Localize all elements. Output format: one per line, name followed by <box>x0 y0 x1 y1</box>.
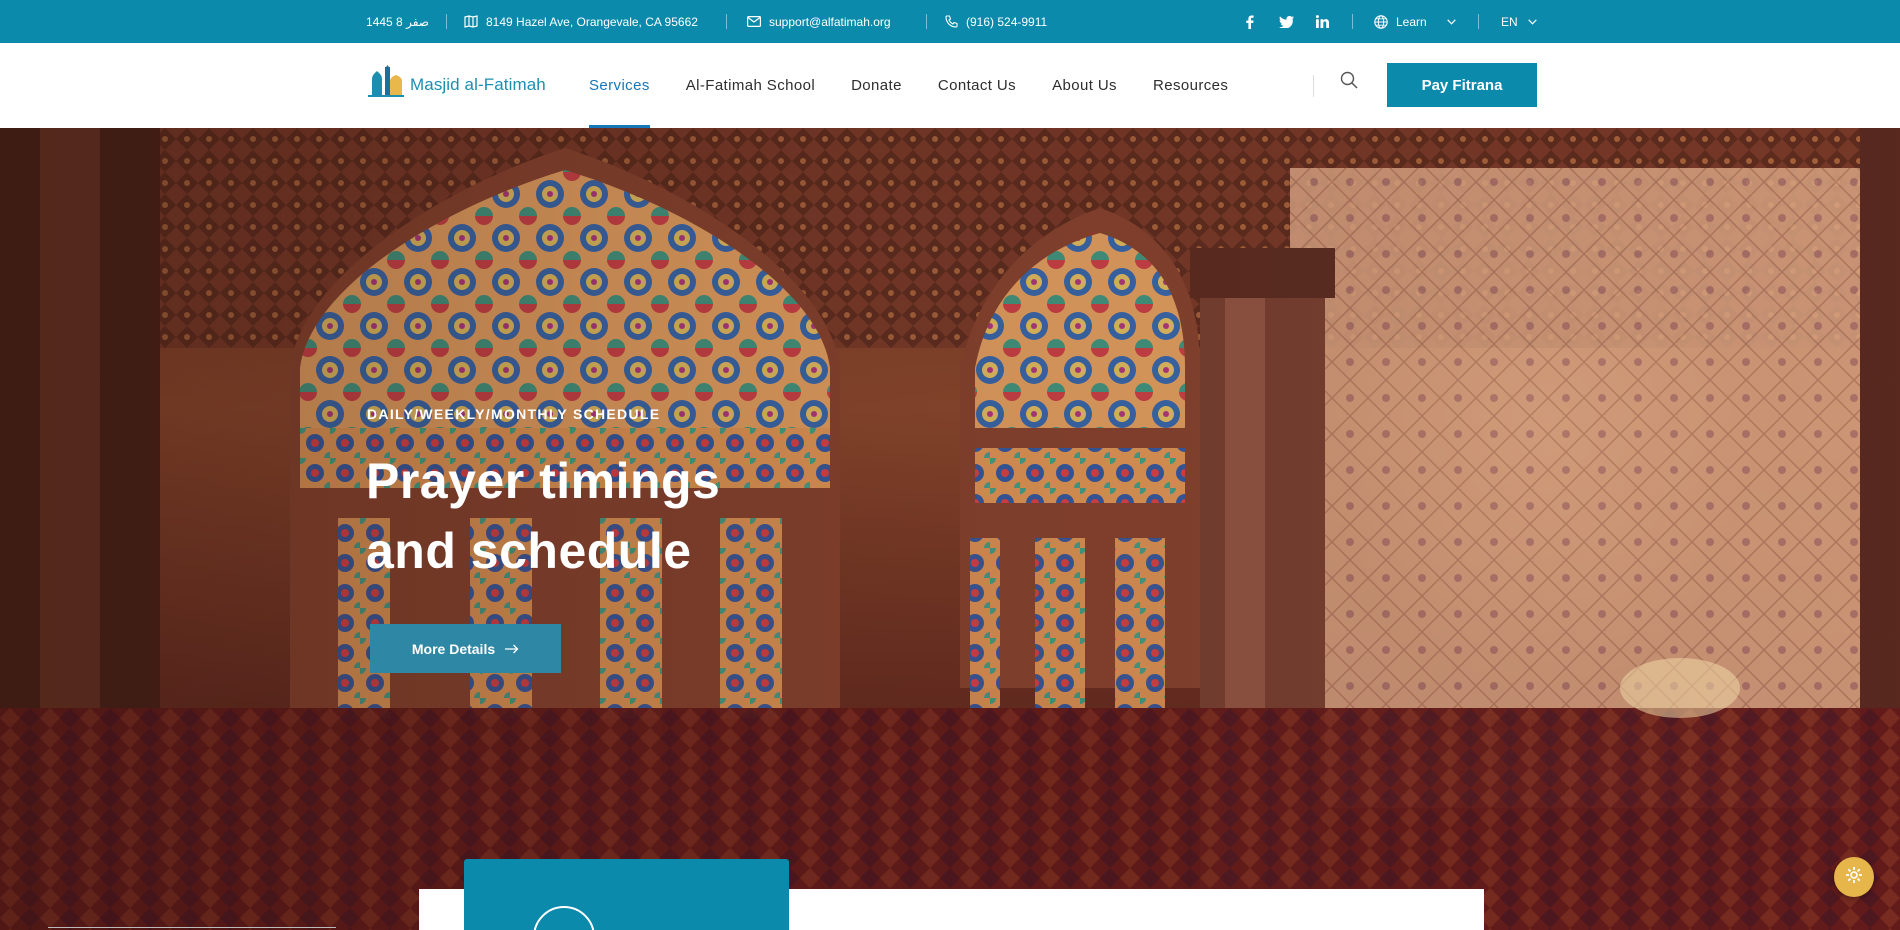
hero-eyebrow: DAILY/WEEKLY/MONTHLY SCHEDULE <box>367 406 661 422</box>
feature-card[interactable] <box>464 859 789 930</box>
nav-donate[interactable]: Donate <box>851 43 902 128</box>
hero-section: DAILY/WEEKLY/MONTHLY SCHEDULE Prayer tim… <box>0 128 1900 930</box>
language-dropdown[interactable]: EN <box>1501 0 1537 43</box>
divider <box>48 927 336 928</box>
social-links <box>1232 0 1340 43</box>
pay-fitrana-button[interactable]: Pay Fitrana <box>1387 63 1537 107</box>
divider <box>926 14 927 29</box>
main-nav: Services Al-Fatimah School Donate Contac… <box>589 43 1264 128</box>
divider <box>1313 75 1314 97</box>
globe-icon <box>1374 14 1388 29</box>
chevron-down-icon <box>1527 18 1537 25</box>
address-text: 8149 Hazel Ave, Orangevale, CA 95662 <box>486 14 698 29</box>
hijri-date: صفر 8 1445 <box>366 0 429 43</box>
learn-dropdown[interactable]: Learn <box>1374 0 1456 43</box>
hero-title-line-1: Prayer timings <box>366 453 721 509</box>
divider <box>446 14 447 29</box>
facebook-icon[interactable] <box>1232 0 1268 43</box>
arrow-right-icon <box>505 641 519 657</box>
logo-text: Masjid al-Fatimah <box>410 74 546 94</box>
nav-resources[interactable]: Resources <box>1153 43 1228 128</box>
main-header: Masjid al-Fatimah Services Al-Fatimah Sc… <box>0 43 1900 128</box>
mosque-logo-icon <box>368 65 404 104</box>
site-logo[interactable]: Masjid al-Fatimah <box>368 65 546 104</box>
settings-button[interactable] <box>1834 857 1874 897</box>
phone-link[interactable]: (916) 524-9911 <box>945 0 1047 43</box>
phone-text: (916) 524-9911 <box>966 14 1048 29</box>
gear-icon <box>1845 866 1863 889</box>
mail-icon <box>747 16 761 27</box>
hero-title-line-2: and schedule <box>366 523 692 579</box>
linkedin-icon[interactable] <box>1304 0 1340 43</box>
nav-al-fatimah-school[interactable]: Al-Fatimah School <box>686 43 815 128</box>
search-button[interactable] <box>1336 69 1362 95</box>
nav-contact-us[interactable]: Contact Us <box>938 43 1016 128</box>
nav-about-us[interactable]: About Us <box>1052 43 1117 128</box>
divider <box>1478 14 1479 29</box>
phone-icon <box>945 15 958 28</box>
learn-label: Learn <box>1396 14 1427 29</box>
address[interactable]: 8149 Hazel Ave, Orangevale, CA 95662 <box>464 0 698 43</box>
twitter-icon[interactable] <box>1268 0 1304 43</box>
divider <box>1352 14 1353 29</box>
chevron-down-icon <box>1446 18 1456 25</box>
more-details-label: More Details <box>411 640 496 657</box>
search-icon <box>1340 71 1358 94</box>
hijri-date-text: صفر 8 1445 <box>366 14 429 29</box>
more-details-button[interactable]: More Details <box>370 624 561 673</box>
email-link[interactable]: support@alfatimah.org <box>747 0 891 43</box>
map-icon <box>464 15 478 28</box>
email-text: support@alfatimah.org <box>769 14 891 29</box>
nav-services[interactable]: Services <box>589 43 650 128</box>
divider <box>726 14 727 29</box>
language-label: EN <box>1501 14 1518 29</box>
top-bar: صفر 8 1445 8149 Hazel Ave, Orangevale, C… <box>0 0 1900 43</box>
hero-title: Prayer timings and schedule <box>366 446 966 586</box>
